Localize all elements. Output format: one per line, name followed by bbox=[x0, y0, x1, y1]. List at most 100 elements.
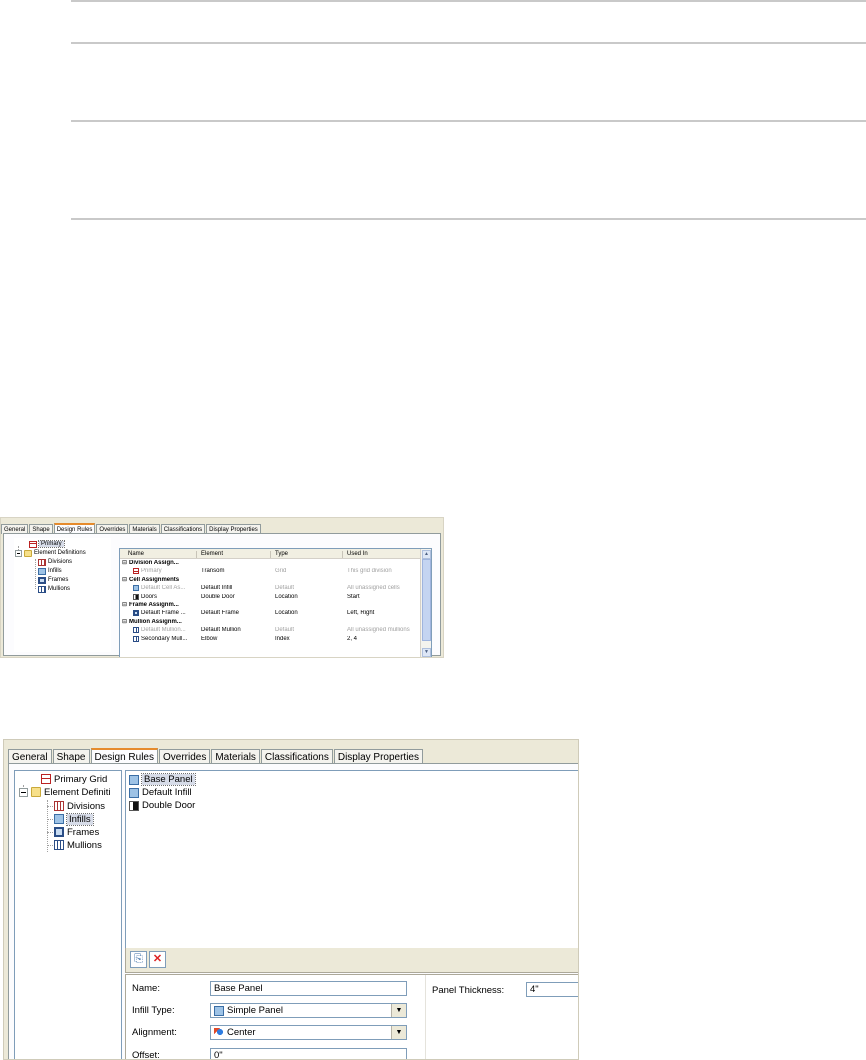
cell-element: Default Frame bbox=[201, 610, 240, 617]
cell-element: Transom bbox=[201, 568, 225, 575]
mullion-icon bbox=[54, 840, 64, 850]
delete-definition-button[interactable]: ✕ bbox=[149, 951, 166, 968]
column-separator[interactable] bbox=[342, 551, 343, 558]
tree-item-element-definitions[interactable]: Element Definiti bbox=[19, 786, 111, 798]
scroll-up-icon[interactable]: ▲ bbox=[422, 550, 431, 559]
chevron-down-icon[interactable]: ▼ bbox=[391, 1004, 406, 1017]
tree-item-infills[interactable]: Infills bbox=[54, 812, 94, 826]
divisions-icon bbox=[54, 801, 64, 811]
group-label: Frame Assignm... bbox=[129, 602, 179, 608]
tree-item-frames[interactable]: Frames bbox=[54, 826, 99, 838]
tree-item-mullions[interactable]: Mullions bbox=[38, 585, 70, 593]
collapse-icon[interactable]: ⊟ bbox=[122, 618, 127, 625]
design-rules-dialog-large: General Shape Design Rules Overrides Mat… bbox=[3, 739, 579, 1060]
divisions-icon bbox=[38, 558, 46, 566]
element-tree: Primary Element Definitions Divisions In… bbox=[14, 538, 111, 652]
scroll-down-icon[interactable]: ▼ bbox=[422, 648, 431, 657]
cell-type: Default bbox=[275, 627, 295, 634]
frame-icon bbox=[38, 576, 46, 584]
tab-materials[interactable]: Materials bbox=[211, 749, 260, 764]
tab-panel: Primary Grid Element Definiti Divisions … bbox=[8, 763, 578, 1060]
list-item-base-panel[interactable]: Base Panel bbox=[129, 773, 196, 786]
tab-shape[interactable]: Shape bbox=[52, 749, 90, 764]
name-field[interactable]: Base Panel bbox=[210, 981, 407, 996]
cell-used-in: All unassigned cells bbox=[347, 585, 400, 592]
table-row[interactable]: Default Frame ... Default Frame Location Le… bbox=[120, 609, 421, 617]
list-item-label: Base Panel bbox=[141, 773, 196, 786]
tab-classifications[interactable]: Classifications bbox=[260, 749, 333, 764]
collapse-icon[interactable] bbox=[19, 787, 28, 797]
column-header-name[interactable]: Name bbox=[128, 551, 144, 557]
infill-icon bbox=[38, 567, 46, 575]
tree-connector bbox=[47, 845, 53, 846]
group-label: Cell Assignments bbox=[129, 576, 180, 583]
scroll-thumb[interactable] bbox=[422, 559, 431, 641]
cell-name: Default Cell As... bbox=[141, 585, 186, 592]
tab-display-properties[interactable]: Display Properties bbox=[333, 749, 423, 764]
collapse-icon[interactable]: ⊟ bbox=[122, 601, 127, 608]
tree-item-label: Frames bbox=[48, 577, 69, 583]
cell-type: Default bbox=[275, 585, 295, 592]
list-item-label: Default Infill bbox=[142, 787, 192, 798]
table-row[interactable]: Doors Double Door Location Start bbox=[120, 593, 421, 601]
group-row[interactable]: ⊟ Cell Assignments bbox=[120, 576, 421, 584]
assignments-grid: Name Element Type Used In ⊟ Division Assi… bbox=[119, 548, 432, 657]
tree-item-primary[interactable]: Primary bbox=[29, 540, 65, 548]
tree-item-label: Infills bbox=[48, 568, 62, 574]
tree-item-label: Frames bbox=[67, 826, 100, 838]
infill-type-dropdown[interactable]: Simple Panel ▼ bbox=[210, 1003, 407, 1018]
tab-overrides[interactable]: Overrides bbox=[158, 749, 211, 764]
tree-item-label: Mullions bbox=[67, 839, 102, 851]
infill-properties: Name: Base Panel Infill Type: Simple Pan… bbox=[125, 974, 578, 1060]
tree-item-divisions[interactable]: Divisions bbox=[38, 558, 72, 566]
collapse-icon[interactable] bbox=[15, 549, 22, 557]
infill-icon bbox=[129, 774, 139, 785]
alignment-dropdown[interactable]: Center ▼ bbox=[210, 1025, 407, 1040]
cell-name: Secondary Mull... bbox=[141, 635, 188, 642]
infill-icon bbox=[129, 787, 139, 798]
collapse-icon[interactable]: ⊟ bbox=[122, 576, 127, 583]
element-tree: Primary Grid Element Definiti Divisions … bbox=[14, 770, 122, 1059]
add-definition-button[interactable]: ⎘ bbox=[130, 951, 147, 968]
table-row[interactable]: Secondary Mull... Elbow Index 2, 4 bbox=[120, 635, 421, 643]
column-header-type[interactable]: Type bbox=[275, 551, 288, 557]
grid-icon bbox=[41, 774, 51, 784]
panel-thickness-value: 4" bbox=[530, 984, 539, 995]
list-item-default-infill[interactable]: Default Infill bbox=[129, 786, 192, 799]
tab-design-rules[interactable]: Design Rules bbox=[90, 748, 158, 764]
folder-icon bbox=[31, 787, 41, 797]
cell-name: Primary bbox=[141, 568, 162, 575]
divider-line bbox=[71, 218, 866, 220]
tree-item-label: Infills bbox=[66, 812, 94, 826]
column-header-element[interactable]: Element bbox=[201, 551, 223, 557]
collapse-icon[interactable]: ⊟ bbox=[122, 559, 127, 566]
tree-item-element-definitions[interactable]: Element Definitions bbox=[15, 549, 86, 557]
tree-item-mullions[interactable]: Mullions bbox=[54, 839, 102, 851]
element-icon bbox=[133, 627, 139, 634]
tab-general[interactable]: General bbox=[8, 749, 52, 764]
group-row[interactable]: ⊟ Mullion Assignm... bbox=[120, 618, 421, 626]
alignment-label: Alignment: bbox=[132, 1027, 177, 1038]
group-row[interactable]: ⊟ Division Assign... bbox=[120, 559, 421, 567]
column-separator[interactable] bbox=[196, 551, 197, 558]
column-header-used-in[interactable]: Used In bbox=[347, 551, 368, 557]
table-row[interactable]: Default Cell As... Default Infill Default A… bbox=[120, 584, 421, 592]
table-row[interactable]: Default Mullion... Default Mullion Default… bbox=[120, 626, 421, 634]
group-row[interactable]: ⊟ Frame Assignm... bbox=[120, 601, 421, 609]
group-label: Division Assign... bbox=[129, 560, 179, 566]
tree-item-divisions[interactable]: Divisions bbox=[54, 800, 105, 812]
panel-thickness-field[interactable]: 4" bbox=[526, 982, 578, 997]
tree-item-frames[interactable]: Frames bbox=[38, 576, 68, 584]
offset-field[interactable]: 0" bbox=[210, 1048, 407, 1060]
element-icon bbox=[133, 585, 139, 592]
offset-value: 0" bbox=[214, 1050, 223, 1060]
tree-item-infills[interactable]: Infills bbox=[38, 567, 62, 575]
table-row[interactable]: Primary Transom Grid This grid division bbox=[120, 567, 421, 575]
list-item-double-door[interactable]: Double Door bbox=[129, 799, 195, 812]
delete-icon: ✕ bbox=[152, 953, 163, 965]
grid-icon bbox=[29, 540, 37, 548]
vertical-scrollbar[interactable]: ▲ ▼ bbox=[420, 549, 431, 657]
column-separator[interactable] bbox=[270, 551, 271, 558]
chevron-down-icon[interactable]: ▼ bbox=[391, 1026, 406, 1039]
tree-item-primary-grid[interactable]: Primary Grid bbox=[41, 773, 107, 785]
